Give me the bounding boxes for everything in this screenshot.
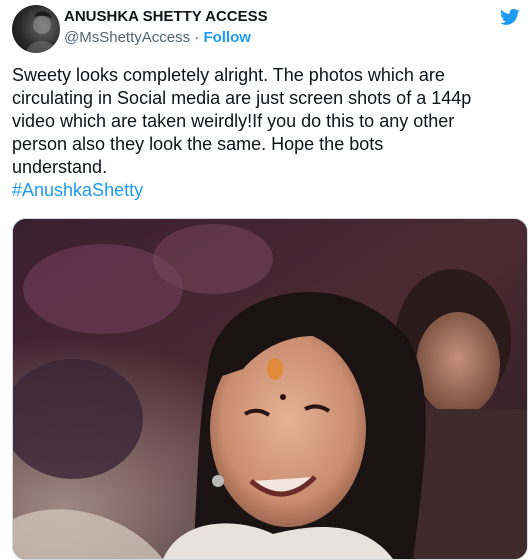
- separator-dot: ·: [190, 29, 204, 46]
- twitter-bird-icon[interactable]: [500, 7, 520, 27]
- follow-button[interactable]: Follow: [203, 29, 251, 46]
- tweet-header: ANUSHKA SHETTY ACCESS @MsShettyAccess · …: [12, 5, 520, 53]
- display-name[interactable]: ANUSHKA SHETTY ACCESS: [64, 7, 268, 27]
- avatar[interactable]: [12, 5, 60, 53]
- tweet-body: Sweety looks completely alright. The pho…: [12, 64, 517, 202]
- author-names: ANUSHKA SHETTY ACCESS @MsShettyAccess · …: [64, 7, 268, 48]
- photo-illustration: [13, 219, 527, 559]
- hashtag-link[interactable]: #AnushkaShetty: [12, 180, 143, 200]
- tweet-card: ANUSHKA SHETTY ACCESS @MsShettyAccess · …: [0, 0, 532, 560]
- account-handle[interactable]: @MsShettyAccess: [64, 29, 190, 46]
- handle-line: @MsShettyAccess · Follow: [64, 28, 268, 48]
- avatar-silhouette: [26, 11, 58, 53]
- tweet-media-photo[interactable]: [12, 218, 528, 560]
- tweet-text: Sweety looks completely alright. The pho…: [12, 65, 472, 177]
